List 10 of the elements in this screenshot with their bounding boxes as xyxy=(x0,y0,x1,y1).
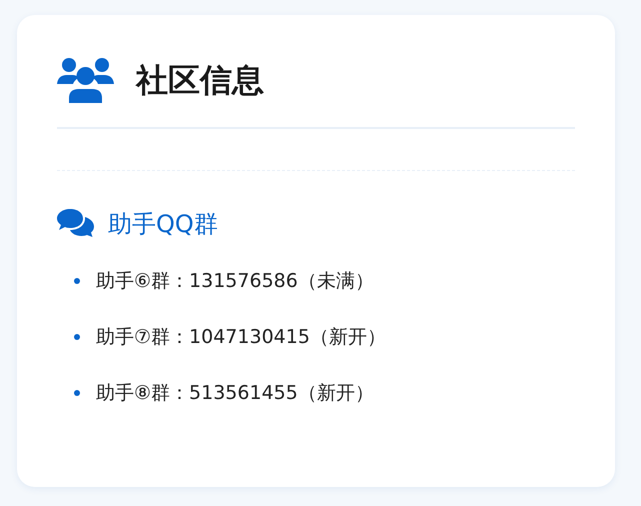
card-title: 社区信息 xyxy=(136,64,264,96)
bullet-icon xyxy=(74,390,80,396)
group-entry: 助手⑧群：513561455（新开） xyxy=(96,381,374,405)
chat-bubbles-icon xyxy=(57,209,94,239)
bullet-icon xyxy=(74,334,80,340)
section-heading: 助手QQ群 xyxy=(108,212,218,236)
users-icon xyxy=(57,57,114,103)
group-entry: 助手⑥群：131576586（未满） xyxy=(96,269,374,293)
bullet-icon xyxy=(74,278,80,284)
group-entry: 助手⑦群：1047130415（新开） xyxy=(96,325,386,349)
